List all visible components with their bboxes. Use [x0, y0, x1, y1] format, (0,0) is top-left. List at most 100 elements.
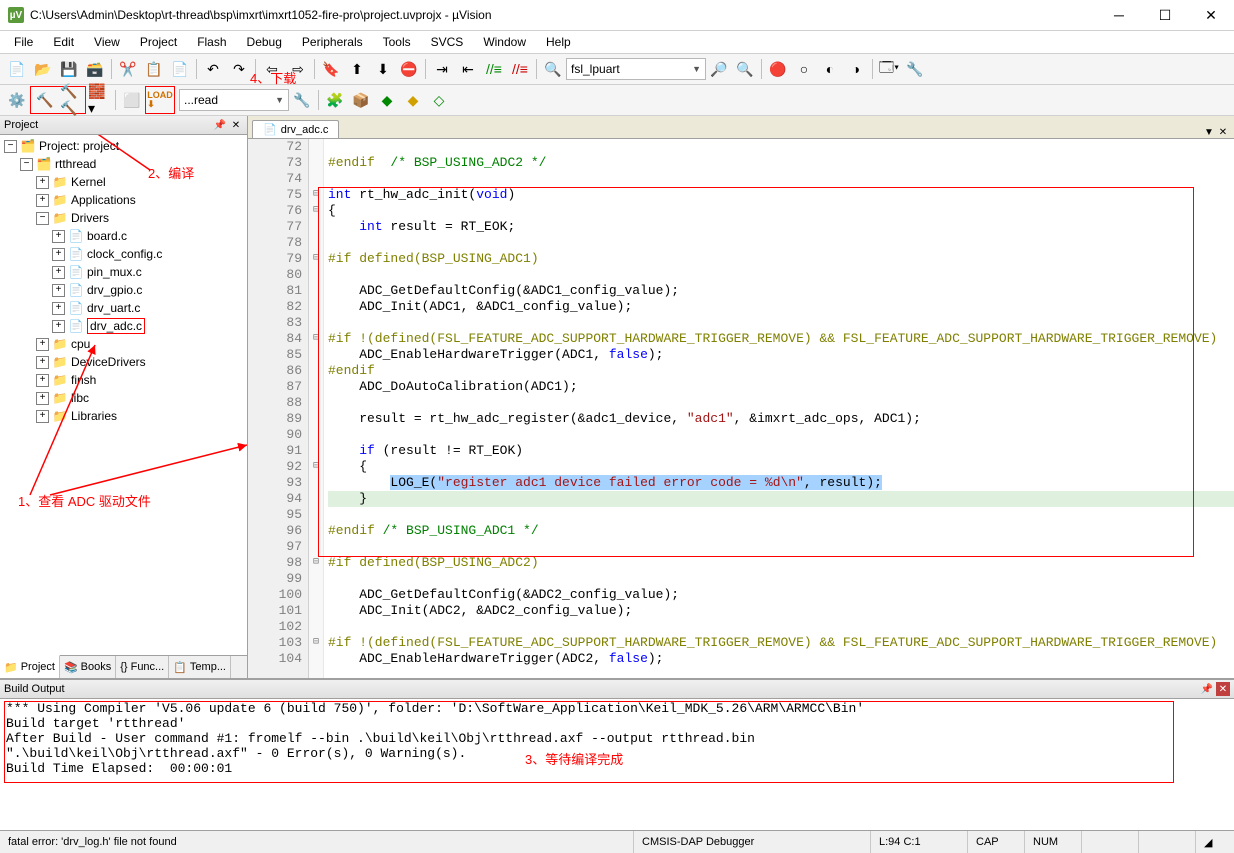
- bookmark-button[interactable]: 🔖: [319, 57, 343, 81]
- panel-pin-button[interactable]: 📌: [213, 118, 227, 132]
- menu-flash[interactable]: Flash: [187, 33, 236, 51]
- target-combo[interactable]: ...read ▼: [179, 89, 289, 111]
- configure-button[interactable]: 🔧: [903, 57, 927, 81]
- menu-tools[interactable]: Tools: [373, 33, 421, 51]
- minimize-button[interactable]: ─: [1096, 0, 1142, 30]
- project-tab[interactable]: {}Func...: [116, 656, 169, 678]
- tree-node[interactable]: −🗂️Project: project: [0, 137, 247, 155]
- tree-node[interactable]: +📄pin_mux.c: [0, 263, 247, 281]
- bookmark-clear-button[interactable]: ⛔: [397, 57, 421, 81]
- tree-node[interactable]: +📄drv_gpio.c: [0, 281, 247, 299]
- fold-column[interactable]: ⊟ ⊟ ⊟ ⊟ ⊟ ⊟ ⊟: [309, 139, 324, 678]
- close-button[interactable]: ✕: [1188, 0, 1234, 30]
- menu-peripherals[interactable]: Peripherals: [292, 33, 373, 51]
- tree-node[interactable]: −📁Drivers: [0, 209, 247, 227]
- maximize-button[interactable]: ☐: [1142, 0, 1188, 30]
- pack-a-button[interactable]: ◆: [375, 88, 399, 112]
- tree-node[interactable]: +📄drv_uart.c: [0, 299, 247, 317]
- comment-button[interactable]: //≡: [482, 57, 506, 81]
- file-icon: 📄: [263, 123, 277, 136]
- tree-node[interactable]: +📁finsh: [0, 371, 247, 389]
- window-layout-button[interactable]: 🗔▾: [877, 57, 901, 81]
- save-all-button[interactable]: 🗃️: [83, 57, 107, 81]
- outdent-button[interactable]: ⇤: [456, 57, 480, 81]
- tab-close-button[interactable]: ✕: [1216, 127, 1230, 138]
- tab-icon: {}: [120, 661, 127, 673]
- find-combo[interactable]: fsl_lpuart ▼: [566, 58, 706, 80]
- project-tab[interactable]: 📁Project: [0, 655, 60, 678]
- pack-b-button[interactable]: ◆: [401, 88, 425, 112]
- build-batch-button[interactable]: 🧱▾: [87, 88, 111, 112]
- open-file-button[interactable]: 📂: [31, 57, 55, 81]
- paste-button[interactable]: 📄: [168, 57, 192, 81]
- tree-label: rtthread: [55, 157, 96, 171]
- uncomment-button[interactable]: //≡: [508, 57, 532, 81]
- copy-button[interactable]: 📋: [142, 57, 166, 81]
- tree-node[interactable]: +📁Applications: [0, 191, 247, 209]
- menu-file[interactable]: File: [4, 33, 43, 51]
- tree-label: libc: [71, 391, 89, 405]
- folder-icon: 📁: [52, 372, 68, 388]
- tree-node[interactable]: −🗂️rtthread: [0, 155, 247, 173]
- menu-project[interactable]: Project: [130, 33, 187, 51]
- tree-node[interactable]: +📁Libraries: [0, 407, 247, 425]
- tree-node[interactable]: +📁Kernel: [0, 173, 247, 191]
- project-tab[interactable]: 📚Books: [60, 656, 116, 678]
- rebuild-button[interactable]: 🔨🔨: [59, 88, 83, 112]
- incremental-find-button[interactable]: 🔍: [733, 57, 757, 81]
- download-button[interactable]: LOAD⬇: [148, 88, 172, 112]
- target-options-button[interactable]: 🔧: [290, 88, 314, 112]
- tab-menu-button[interactable]: ▼: [1202, 127, 1216, 138]
- indent-button[interactable]: ⇥: [430, 57, 454, 81]
- find-button[interactable]: 🔍: [541, 57, 565, 81]
- new-file-button[interactable]: 📄: [5, 57, 29, 81]
- code-editor[interactable]: 72 73 74 75 76 77 78 79 80 81 82 83 84 8…: [248, 139, 1234, 678]
- breakpoint-c-button[interactable]: ◑: [844, 57, 868, 81]
- breakpoint-b-button[interactable]: ◐: [818, 57, 842, 81]
- tree-node[interactable]: +📄clock_config.c: [0, 245, 247, 263]
- code-content[interactable]: #endif /* BSP_USING_ADC2 */int rt_hw_adc…: [324, 139, 1234, 678]
- manage-rte-button[interactable]: 🧩: [323, 88, 347, 112]
- build-output-text[interactable]: *** Using Compiler 'V5.06 update 6 (buil…: [0, 699, 1234, 830]
- pack-installer-button[interactable]: 📦: [349, 88, 373, 112]
- app-icon: µV: [8, 7, 24, 23]
- undo-button[interactable]: ↶: [201, 57, 225, 81]
- resize-grip[interactable]: ◢: [1196, 831, 1234, 853]
- find-in-files-button[interactable]: 🔎: [707, 57, 731, 81]
- tree-node[interactable]: +📄drv_adc.c: [0, 317, 247, 335]
- editor-tabs: 📄 drv_adc.c ▼ ✕: [248, 116, 1234, 139]
- breakpoint-a-button[interactable]: ○: [792, 57, 816, 81]
- chevron-down-icon: ▼: [275, 95, 284, 105]
- bookmark-next-button[interactable]: ⬇: [371, 57, 395, 81]
- menu-svcs[interactable]: SVCS: [421, 33, 474, 51]
- project-tab[interactable]: 📋Temp...: [169, 656, 231, 678]
- annotation-2: 2、编译: [148, 163, 194, 182]
- menu-help[interactable]: Help: [536, 33, 581, 51]
- redo-button[interactable]: ↷: [227, 57, 251, 81]
- save-button[interactable]: 💾: [57, 57, 81, 81]
- menu-debug[interactable]: Debug: [237, 33, 292, 51]
- status-cap: CAP: [968, 831, 1025, 853]
- folder-icon: 📁: [52, 192, 68, 208]
- cut-button[interactable]: ✂️: [116, 57, 140, 81]
- stop-build-button[interactable]: ⬜: [120, 88, 144, 112]
- bookmark-prev-button[interactable]: ⬆: [345, 57, 369, 81]
- tree-node[interactable]: +📁libc: [0, 389, 247, 407]
- panel-pin-button[interactable]: 📌: [1200, 682, 1214, 696]
- panel-close-button[interactable]: ✕: [229, 118, 243, 132]
- tree-node[interactable]: +📁DeviceDrivers: [0, 353, 247, 371]
- debug-button[interactable]: 🔴: [766, 57, 790, 81]
- menu-edit[interactable]: Edit: [43, 33, 84, 51]
- pack-c-button[interactable]: ◇: [427, 88, 451, 112]
- translate-button[interactable]: ⚙️: [5, 88, 29, 112]
- menu-view[interactable]: View: [84, 33, 130, 51]
- folder-icon: 📁: [52, 354, 68, 370]
- editor-tab-active[interactable]: 📄 drv_adc.c: [252, 120, 339, 138]
- tree-node[interactable]: +📄board.c: [0, 227, 247, 245]
- menu-window[interactable]: Window: [473, 33, 536, 51]
- build-button[interactable]: 🔨: [33, 88, 57, 112]
- annotation-1: 1、查看 ADC 驱动文件: [18, 491, 151, 510]
- project-tree[interactable]: 2、编译 1、查看 ADC 驱动文件 −🗂️Project: project−🗂…: [0, 135, 247, 655]
- tree-node[interactable]: +📁cpu: [0, 335, 247, 353]
- panel-close-button[interactable]: ✕: [1216, 682, 1230, 696]
